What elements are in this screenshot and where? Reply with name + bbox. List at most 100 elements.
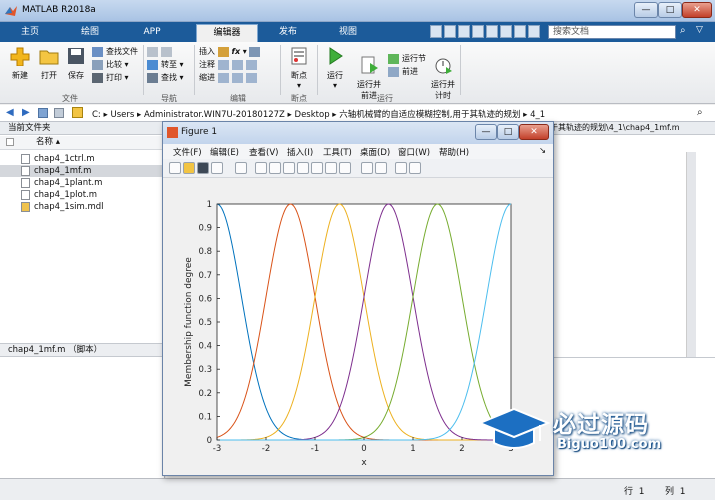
file-row[interactable]: chap4_1ctrl.m	[0, 153, 165, 165]
menu-insert[interactable]: 插入(I)	[287, 146, 313, 158]
title-bar: MATLAB R2018a — □ ✕	[0, 0, 715, 22]
menu-desktop[interactable]: 桌面(D)	[360, 146, 390, 158]
rotate-3d-icon[interactable]	[297, 162, 309, 174]
open-button[interactable]: 打开	[35, 46, 63, 81]
menu-help[interactable]: 帮助(H)	[439, 146, 469, 158]
find-button[interactable]: 查找 ▾	[147, 71, 193, 84]
forward-arrow-icon	[161, 46, 172, 57]
dock-arrow-icon[interactable]: ↘	[539, 146, 546, 156]
insert-block-icon	[249, 46, 261, 57]
link-plot-icon[interactable]	[339, 162, 351, 174]
hide-plot-tools-icon[interactable]	[395, 162, 407, 174]
file-row[interactable]: chap4_1mf.m	[0, 165, 165, 177]
compare-icon	[92, 59, 103, 70]
tab-editor[interactable]: 编辑器	[196, 24, 258, 42]
insert-button[interactable]: 插入 fx ▾	[199, 45, 279, 58]
details-panel-header[interactable]: chap4_1mf.m （脚本）	[0, 343, 165, 357]
save-button[interactable]: 保存	[63, 46, 89, 81]
copy-icon[interactable]	[458, 25, 470, 38]
search-icon[interactable]: ⌕	[680, 25, 692, 39]
run-section-button[interactable]: 运行节	[388, 52, 432, 65]
data-cursor-icon[interactable]	[311, 162, 323, 174]
help-question-icon[interactable]	[528, 25, 540, 38]
close-button[interactable]: ✕	[682, 2, 712, 18]
collapse-ribbon-icon[interactable]: ▽	[696, 25, 703, 35]
forward-arrow-icon[interactable]: ▶	[22, 107, 30, 118]
y-tick-label: 0	[207, 436, 212, 446]
menu-file[interactable]: 文件(F)	[173, 146, 202, 158]
select-all-checkbox[interactable]	[6, 138, 14, 146]
show-plot-tools-icon[interactable]	[409, 162, 421, 174]
colorbar-icon[interactable]	[361, 162, 373, 174]
figure-toolbar	[163, 159, 553, 178]
file-row[interactable]: chap4_1plant.m	[0, 177, 165, 189]
graduation-cap-logo	[478, 407, 550, 449]
file-row[interactable]: chap4_1sim.mdl	[0, 201, 165, 213]
fx-icon[interactable]: fx	[232, 47, 241, 56]
menu-window[interactable]: 窗口(W)	[398, 146, 430, 158]
save-icon[interactable]	[430, 25, 442, 38]
print-button[interactable]: 打印 ▾	[92, 71, 144, 84]
name-column-header[interactable]: 名称 ▴	[0, 136, 165, 150]
save-label: 保存	[68, 71, 84, 80]
x-axis-label: x	[361, 458, 367, 468]
figure-close-button[interactable]: ✕	[519, 124, 549, 140]
new-button[interactable]: 新建	[6, 46, 34, 81]
find-files-button[interactable]: 查找文件	[92, 45, 144, 58]
zoom-in-icon[interactable]	[255, 162, 267, 174]
current-path[interactable]: C: ▸ Users ▸ Administrator.WIN7U-2018012…	[92, 108, 545, 120]
compare-button[interactable]: 比较 ▾	[92, 58, 144, 71]
pan-hand-icon[interactable]	[283, 162, 295, 174]
open-file-icon[interactable]	[183, 162, 195, 174]
advance-button[interactable]: 前进	[388, 65, 432, 78]
tab-publish[interactable]: 发布	[262, 24, 314, 42]
tab-view[interactable]: 视图	[322, 24, 374, 42]
smart-indent-icon	[217, 72, 229, 83]
run-button[interactable]: 运行 ▾	[320, 46, 350, 90]
search-folder-icon[interactable]: ⌕	[697, 107, 703, 118]
print-figure-icon[interactable]	[211, 162, 223, 174]
floppy-disk-icon	[68, 48, 84, 64]
back-forward-buttons[interactable]	[147, 45, 193, 58]
cut-icon[interactable]	[444, 25, 456, 38]
tab-apps[interactable]: APP	[128, 24, 176, 42]
edit-plot-arrow-icon[interactable]	[235, 162, 247, 174]
switch-windows-icon[interactable]	[514, 25, 526, 38]
search-input[interactable]: 搜索文档	[548, 25, 676, 39]
editor-scrollbar[interactable]	[686, 152, 696, 382]
editor-file-tab[interactable]: 于其轨迹的规划\4_1\chap4_1mf.m	[546, 122, 715, 135]
menu-view[interactable]: 查看(V)	[249, 146, 278, 158]
redo-icon[interactable]	[500, 25, 512, 38]
percent-icon	[217, 59, 229, 70]
undo-icon[interactable]	[486, 25, 498, 38]
comment-button[interactable]: 注释	[199, 58, 279, 71]
m-file-icon	[21, 190, 30, 200]
run-and-time-button[interactable]: 运行并 计时	[430, 46, 456, 101]
edit-group-label: 编辑	[230, 94, 246, 103]
breakpoints-group-label: 断点	[291, 94, 307, 103]
up-folder-icon[interactable]	[38, 108, 48, 118]
folder-icon[interactable]	[54, 108, 64, 118]
figure-maximize-button[interactable]: □	[497, 124, 519, 140]
indent-button[interactable]: 缩进	[199, 71, 279, 84]
brush-icon[interactable]	[325, 162, 337, 174]
legend-icon[interactable]	[375, 162, 387, 174]
menu-tools[interactable]: 工具(T)	[323, 146, 352, 158]
minimize-button[interactable]: —	[634, 2, 658, 18]
tab-plots[interactable]: 绘图	[66, 24, 114, 42]
back-arrow-icon[interactable]: ◀	[6, 107, 14, 118]
save-figure-icon[interactable]	[197, 162, 209, 174]
paste-icon[interactable]	[472, 25, 484, 38]
goto-button[interactable]: 转至 ▾	[147, 58, 193, 71]
maximize-button[interactable]: □	[658, 2, 682, 18]
breakpoints-label: 断点	[291, 71, 307, 80]
tab-home[interactable]: 主页	[6, 24, 54, 42]
figure-minimize-button[interactable]: —	[475, 124, 497, 140]
new-figure-icon[interactable]	[169, 162, 181, 174]
menu-edit[interactable]: 编辑(E)	[210, 146, 239, 158]
browse-folder-icon[interactable]	[72, 107, 83, 118]
file-row[interactable]: chap4_1plot.m	[0, 189, 165, 201]
run-group-label: 运行	[377, 94, 393, 103]
zoom-out-icon[interactable]	[269, 162, 281, 174]
breakpoints-button[interactable]: 断点 ▾	[284, 46, 314, 90]
